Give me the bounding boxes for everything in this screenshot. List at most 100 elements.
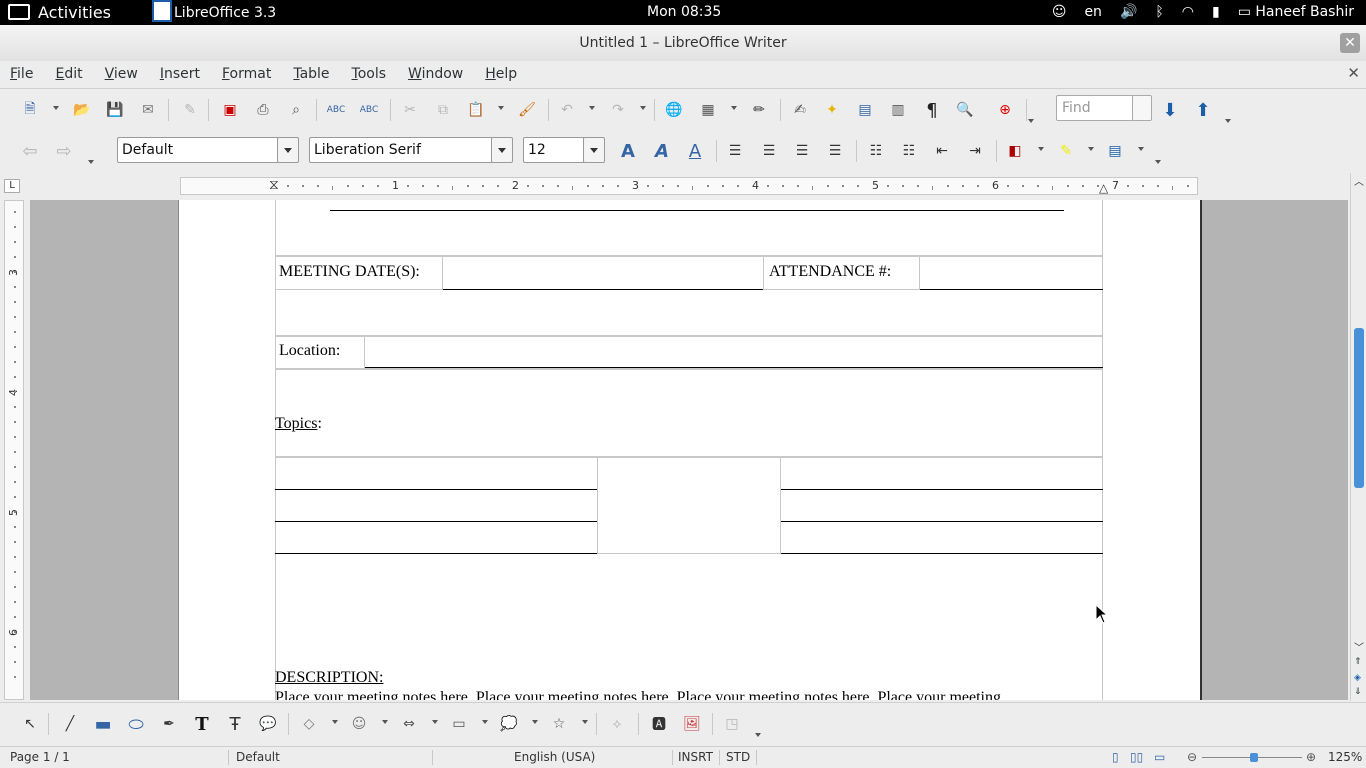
tab-type-selector[interactable]: L — [4, 179, 20, 193]
document-page[interactable]: MEETING DATE(S): ATTENDANCE #: Location:… — [178, 200, 1202, 700]
redo-dropdown-arrow[interactable] — [640, 106, 646, 110]
font-name-box[interactable]: Liberation Serif — [309, 137, 493, 163]
callouts-dropdown-arrow[interactable] — [532, 720, 538, 724]
next-page-icon[interactable]: ⇓ — [1354, 687, 1362, 697]
font-size-dropdown[interactable] — [583, 137, 605, 163]
symbol-shapes-dropdown-arrow[interactable] — [382, 720, 388, 724]
highlighting-icon[interactable]: ✎ — [1054, 139, 1078, 163]
save-icon[interactable]: 💾 — [103, 98, 127, 122]
paragraph-style-box[interactable]: Default — [117, 137, 279, 163]
volume-icon[interactable]: 🔊 — [1120, 0, 1137, 25]
freeform-line-icon[interactable]: ✒ — [157, 712, 181, 736]
user-menu[interactable]: ▭ Haneef Bashir — [1238, 0, 1354, 25]
extrusion-icon[interactable]: ◳ — [720, 712, 744, 736]
background-color-dropdown-arrow[interactable] — [1138, 147, 1144, 151]
toolbar-overflow-arrow[interactable] — [1028, 119, 1034, 123]
zoom-level[interactable]: 125% — [1328, 747, 1362, 768]
email-icon[interactable]: ✉ — [136, 98, 160, 122]
location-field-line[interactable] — [365, 367, 1103, 368]
text-tool-icon[interactable]: T — [190, 712, 214, 736]
align-right-icon[interactable]: ☰ — [790, 139, 814, 163]
menu-help[interactable]: Help — [485, 61, 525, 87]
points-icon[interactable]: ⟡ — [605, 712, 629, 736]
close-document-icon[interactable]: ✕ — [1347, 64, 1360, 82]
nav-overflow-arrow[interactable] — [88, 160, 94, 164]
increase-indent-icon[interactable]: ⇥ — [963, 139, 987, 163]
open-icon[interactable]: 📂 — [70, 98, 94, 122]
font-color-dropdown-arrow[interactable] — [1038, 147, 1044, 151]
vertical-scrollbar[interactable]: ︿ ﹀ ⇑ ◈ ⇓ — [1350, 173, 1366, 701]
menu-view[interactable]: View — [105, 61, 146, 87]
font-effects-icon[interactable]: A — [616, 139, 640, 163]
hyperlink-icon[interactable]: 🌐 — [662, 98, 686, 122]
menu-tools[interactable]: Tools — [352, 61, 395, 87]
paragraph-style-dropdown[interactable] — [277, 137, 299, 163]
highlighting-dropdown-arrow[interactable] — [1088, 147, 1094, 151]
new-document-icon[interactable]: 🗎 — [18, 98, 42, 122]
menu-edit[interactable]: Edit — [55, 61, 90, 87]
ellipse-tool-icon[interactable]: ⬭ — [124, 712, 148, 736]
navigator-icon[interactable]: ✦ — [820, 98, 844, 122]
spellcheck-icon[interactable]: ABC — [324, 98, 348, 122]
multi-page-view-icon[interactable]: ▯▯ — [1130, 747, 1143, 768]
line-tool-icon[interactable]: ╱ — [58, 712, 82, 736]
data-sources-icon[interactable]: ▥ — [886, 98, 910, 122]
scroll-up-icon[interactable]: ︿ — [1354, 173, 1364, 188]
undo-dropdown-arrow[interactable] — [589, 106, 595, 110]
stars-dropdown-arrow[interactable] — [582, 720, 588, 724]
zoom-out-icon[interactable]: ⊖ — [1187, 747, 1197, 768]
horizontal-ruler[interactable]: 1 2 3 4 5 6 7 ⧖ △ — [180, 177, 1198, 195]
formatting-overflow-arrow[interactable] — [1155, 160, 1161, 164]
forward-icon[interactable]: ⇨ — [52, 139, 76, 163]
font-size-box[interactable]: 12 — [523, 137, 585, 163]
justify-icon[interactable]: ☰ — [823, 139, 847, 163]
block-arrows-icon[interactable]: ⇔ — [397, 712, 421, 736]
font-name-dropdown[interactable] — [491, 137, 513, 163]
topics-line[interactable] — [275, 489, 597, 490]
fontwork-icon[interactable]: 🅰 — [647, 712, 671, 736]
table-icon[interactable]: ▦ — [696, 98, 720, 122]
clock[interactable]: Mon 08:35 — [647, 0, 721, 25]
wifi-icon[interactable]: ◠ — [1182, 0, 1194, 25]
background-color-icon[interactable]: ▤ — [1103, 139, 1127, 163]
menu-window[interactable]: Window — [408, 61, 471, 87]
stars-icon[interactable]: ☆ — [547, 712, 571, 736]
numbering-icon[interactable]: ☷ — [864, 139, 888, 163]
document-workspace[interactable]: MEETING DATE(S): ATTENDANCE #: Location:… — [30, 200, 1348, 700]
gallery-icon[interactable]: ▤ — [853, 98, 877, 122]
selection-mode-indicator[interactable]: STD — [726, 747, 750, 768]
scrollbar-thumb[interactable] — [1354, 328, 1364, 488]
print-preview-icon[interactable]: ⌕ — [284, 98, 308, 122]
block-arrows-dropdown-arrow[interactable] — [432, 720, 438, 724]
meeting-notes-text[interactable]: Place your meeting notes here. Place you… — [275, 689, 1103, 700]
decrease-indent-icon[interactable]: ⇤ — [930, 139, 954, 163]
scroll-down-icon[interactable]: ﹀ — [1354, 639, 1364, 654]
table-dropdown-arrow[interactable] — [731, 106, 737, 110]
basic-shapes-dropdown-arrow[interactable] — [332, 720, 338, 724]
underline-icon[interactable]: A — [683, 139, 707, 163]
edit-file-icon[interactable]: ✎ — [178, 98, 202, 122]
vertical-text-icon[interactable]: Ŧ — [223, 712, 247, 736]
help-icon[interactable]: ⊕ — [993, 98, 1017, 122]
paste-dropdown-arrow[interactable] — [498, 106, 504, 110]
attendance-field-line[interactable] — [920, 289, 1103, 290]
zoom-icon[interactable]: 🔍 — [953, 98, 977, 122]
align-center-icon[interactable]: ☰ — [757, 139, 781, 163]
select-pointer-icon[interactable]: ↖ — [18, 712, 42, 736]
find-input[interactable]: Find — [1056, 95, 1134, 121]
find-dropdown[interactable] — [1132, 95, 1152, 121]
topics-line[interactable] — [275, 521, 597, 522]
meeting-dates-field-line[interactable] — [443, 289, 763, 290]
cut-icon[interactable]: ✂ — [398, 98, 422, 122]
insert-mode-indicator[interactable]: INSRT — [678, 747, 713, 768]
print-icon[interactable]: ⎙ — [251, 98, 275, 122]
symbol-shapes-icon[interactable]: ☺ — [347, 712, 371, 736]
new-dropdown-arrow[interactable] — [53, 106, 59, 110]
clone-formatting-icon[interactable]: 🖌 — [515, 98, 539, 122]
language-status[interactable]: English (USA) — [514, 747, 595, 768]
redo-icon[interactable]: ↷ — [606, 98, 630, 122]
page-style-indicator[interactable]: Default — [236, 747, 280, 768]
copy-icon[interactable]: ⧉ — [431, 98, 455, 122]
zoom-slider-thumb[interactable] — [1250, 753, 1258, 762]
find-replace-icon[interactable]: ✍ — [788, 98, 812, 122]
